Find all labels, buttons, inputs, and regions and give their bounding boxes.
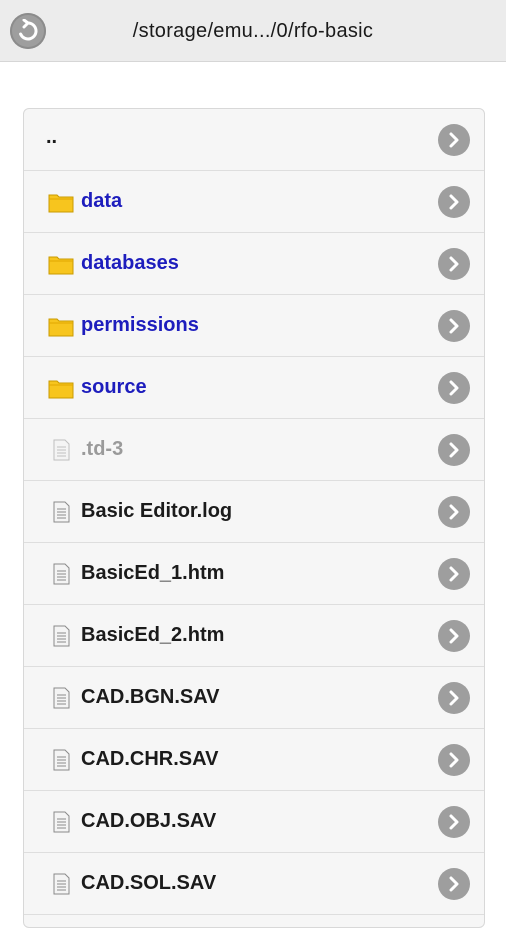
path-title: /storage/emu.../0/rfo-basic (132, 20, 374, 42)
file-icon (53, 749, 70, 771)
list-item-label: source (81, 376, 147, 398)
chevron-right-icon[interactable] (438, 558, 470, 590)
chevron-right-icon[interactable] (438, 124, 470, 156)
chevron-right-icon[interactable] (438, 248, 470, 280)
list-item-label: .. (46, 126, 58, 148)
list-item-file[interactable]: Basic Editor.log (24, 481, 484, 543)
list-item-folder[interactable]: databases (24, 233, 484, 295)
list-item-hidden-file[interactable]: .td-3 (24, 419, 484, 481)
list-item-label: databases (81, 252, 179, 274)
chevron-right-icon[interactable] (438, 434, 470, 466)
folder-icon (48, 194, 74, 213)
list-item-file[interactable]: BasicEd_2.htm (24, 605, 484, 667)
chevron-right-icon[interactable] (438, 310, 470, 342)
list-item-file[interactable]: CAD.CHR.SAV (24, 729, 484, 791)
chevron-right-icon[interactable] (438, 868, 470, 900)
file-icon (53, 563, 70, 585)
list-item-label: BasicEd_1.htm (81, 562, 225, 584)
list-item-file[interactable]: CAD.OBJ.SAV (24, 791, 484, 853)
list-item-folder[interactable]: data (24, 171, 484, 233)
chevron-right-icon[interactable] (438, 744, 470, 776)
chevron-right-icon[interactable] (438, 806, 470, 838)
list-item-label: data (81, 190, 123, 212)
list-item-label: permissions (81, 314, 199, 336)
file-icon (53, 811, 70, 833)
list-item-folder[interactable]: source (24, 357, 484, 419)
chevron-right-icon[interactable] (438, 372, 470, 404)
list-item-label: Basic Editor.log (81, 500, 233, 522)
list-item-folder[interactable]: permissions (24, 295, 484, 357)
list-item-file[interactable]: CAD.SOL.SAV (24, 853, 484, 915)
list-item-label: CAD.CHR.SAV (81, 748, 219, 770)
folder-icon (48, 256, 74, 275)
list-item-file[interactable]: BasicEd_1.htm (24, 543, 484, 605)
file-icon (53, 625, 70, 647)
list-item-label: CAD.OBJ.SAV (81, 810, 217, 832)
chevron-right-icon[interactable] (438, 186, 470, 218)
chevron-right-icon[interactable] (438, 496, 470, 528)
list-item-parent[interactable]: .. (24, 109, 484, 171)
list-item-file[interactable]: CAD.BGN.SAV (24, 667, 484, 729)
folder-icon (48, 318, 74, 337)
list-item-label: BasicEd_2.htm (81, 624, 225, 646)
chevron-right-icon[interactable] (438, 682, 470, 714)
file-icon (53, 687, 70, 709)
folder-icon (48, 380, 74, 399)
chevron-right-icon[interactable] (438, 620, 470, 652)
file-icon (53, 873, 70, 895)
list-item-label: .td-3 (81, 438, 124, 460)
header-bar: /storage/emu.../0/rfo-basic (0, 0, 506, 62)
list-item-label: CAD.BGN.SAV (81, 686, 220, 708)
list-item-label: CAD.SOL.SAV (81, 872, 217, 894)
file-icon (53, 501, 70, 523)
file-icon (53, 439, 70, 461)
file-list: .. data databases permissions source .td… (23, 108, 485, 928)
